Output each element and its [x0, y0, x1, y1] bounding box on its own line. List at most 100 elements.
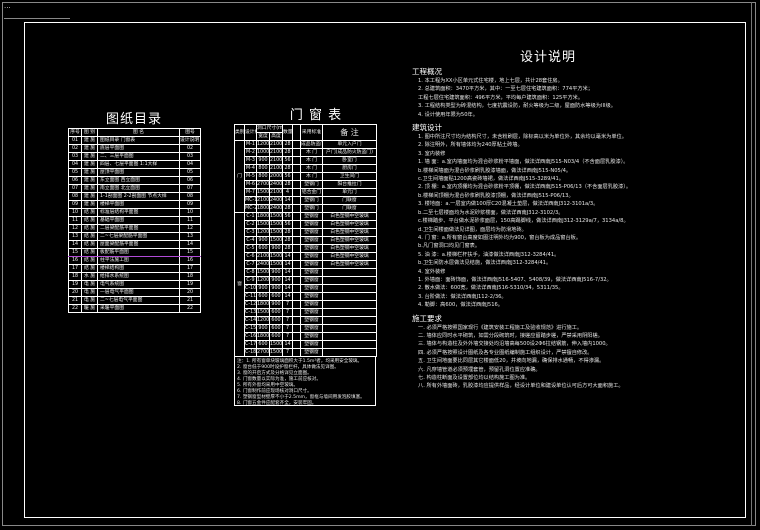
catalog-no: 10 [68, 208, 82, 217]
door-blank [292, 252, 301, 261]
door-blank [292, 308, 301, 317]
door-width: 600 [256, 292, 270, 301]
catalog-type: 水 施 [81, 272, 98, 281]
table-row: C-8 1500 900 14 塑钢窗 [235, 268, 377, 277]
catalog-no: 08 [68, 192, 82, 201]
door-width: 900 [256, 284, 270, 293]
table-row: 05 建 施屋顶平面图 05 [68, 168, 201, 177]
table-row: 09 建 施楼梯平面图 09 [68, 200, 201, 209]
door-standard: 塑钢窗 [300, 284, 323, 293]
door-height: 2400 [269, 196, 283, 205]
door-standard: 塑钢门 [300, 204, 323, 213]
design-line: 八. 所有外墙面砖，乳胶漆均应提供样品，经设计单位和建设单位认可后方可大面积施工… [418, 383, 624, 390]
door-code: M-7 [244, 188, 257, 197]
door-width: 2400 [256, 260, 270, 269]
door-remark [322, 340, 377, 349]
door-remark [322, 332, 377, 341]
table-row: 01建 施图纸目录 门窗表设计说明 01 [68, 136, 201, 145]
table-row: M-6 2700 2400 28 塑钢门 阳台推拉门 [235, 180, 377, 189]
catalog-type: 建 施 [81, 184, 98, 193]
catalog-name: 楼梯结构图 [97, 264, 180, 273]
door-height: 1500 [269, 236, 283, 245]
door-qty: 14 [282, 252, 293, 261]
door-code: C-3 [244, 228, 257, 237]
catalog-header-no: 序号 [68, 128, 82, 137]
catalog-type: 结 施 [81, 224, 98, 233]
door-remark: 门联窗 [322, 196, 377, 205]
door-height: 1500 [269, 220, 283, 229]
catalog-code: 16 [179, 256, 201, 265]
door-qty: 14 [282, 340, 293, 349]
door-remark: 单元门 [322, 188, 377, 197]
table-row: M-4 800 2100 28 木 门厨房门 [235, 164, 377, 173]
door-qty: 7 [282, 316, 293, 325]
catalog-no: 20 [68, 288, 82, 297]
table-row: C-13 1500 600 7 塑钢窗 [235, 308, 377, 317]
design-line: 七. 构造柱断面及设置部位均以结构施工图为准。 [418, 375, 531, 381]
catalog-type: 结 施 [81, 240, 98, 249]
door-standard: 塑钢窗 [300, 212, 323, 221]
table-row: 04 建 施四层、七层平面图 1:1大样 04 [68, 160, 201, 169]
catalog-code: 07 [179, 184, 201, 193]
door-code: C-16 [244, 332, 257, 341]
design-line: 2. 散水做法：600宽，做法详西南J516-5310/34，5311/35。 [418, 285, 564, 292]
catalog-type: 暖 施 [81, 304, 98, 313]
catalog-name: 二~七层梁配筋平面图 [97, 232, 180, 241]
door-blank [292, 332, 301, 341]
door-qty: 28 [282, 148, 293, 157]
catalog-type: 建 施 [81, 136, 98, 145]
catalog-name: 板配筋平面图 [97, 248, 180, 257]
door-qty: 28 [282, 180, 293, 189]
design-line: 1. 墙 面：a.室内墙面均为混合砂浆粉平墙面，做法详西南J515-N03/4（… [418, 159, 629, 166]
door-height: 600 [269, 324, 283, 333]
door-qty: 14 [282, 260, 293, 269]
catalog-type: 建 施 [81, 200, 98, 209]
catalog-code: 09 [179, 200, 201, 209]
door-blank [292, 228, 301, 237]
door-blank [292, 316, 301, 325]
catalog-no: 05 [68, 168, 82, 177]
door-width: 1800 [256, 212, 270, 221]
catalog-type: 结 施 [81, 232, 98, 241]
door-width: 1800 [256, 332, 270, 341]
design-line: d.卫生间楼面做法见详图，面层均为防滑地砖。 [418, 226, 527, 233]
door-remark [322, 268, 377, 277]
table-row: 07 建 施南立面图 北立面图 07 [68, 184, 201, 193]
catalog-header-code: 图号 [179, 128, 201, 137]
door-blank [292, 148, 301, 157]
table-row: MC-2 1800 2400 28 塑钢门 门联窗 [235, 204, 377, 213]
door-header-width: 宽度 [256, 132, 270, 141]
door-header-code: 设计编号 [244, 124, 257, 141]
door-height: 900 [269, 244, 283, 253]
door-blank [292, 276, 301, 285]
design-line: 3. 室内装修 [418, 150, 446, 157]
door-qty: 14 [282, 276, 293, 285]
table-row: M-3 900 2100 56 木 门卧室门 [235, 156, 377, 165]
door-remark: 卫生间门 [322, 172, 377, 181]
door-width: 900 [256, 236, 270, 245]
design-title: 设计说明 [519, 50, 576, 65]
table-row: 16 结 施柱平法施工图 16 [68, 256, 201, 265]
catalog-code: 06 [179, 176, 201, 185]
door-qty: 14 [282, 292, 293, 301]
door-height: 600 [269, 332, 283, 341]
door-code: M-6 [244, 180, 257, 189]
catalog-code: 05 [179, 168, 201, 177]
door-standard: 塑钢门 [300, 180, 323, 189]
table-row: 03 建 施二、三层平面图 03 [68, 152, 201, 161]
catalog-code: 12 [179, 224, 201, 233]
door-code: C-15 [244, 324, 257, 333]
table-row: C-7 2400 1500 14 塑钢窗 白色塑钢中空玻璃 [235, 260, 377, 269]
catalog-header-type: 图 别 [81, 128, 98, 137]
catalog-code: 11 [179, 216, 201, 225]
door-code: C-10 [244, 284, 257, 293]
catalog-code: 22 [179, 304, 201, 313]
design-line: 3. 台阶做法：做法详西南J112-2/36。 [418, 293, 507, 300]
door-width: 1500 [256, 268, 270, 277]
door-standard: 塑钢门 [300, 196, 323, 205]
door-width: 1500 [256, 308, 270, 317]
door-height: 900 [269, 268, 283, 277]
table-row: C-12 1800 900 7 塑钢窗 [235, 300, 377, 309]
table-row: C-9 1200 900 14 塑钢窗 [235, 276, 377, 285]
catalog-type: 电 施 [81, 280, 98, 289]
